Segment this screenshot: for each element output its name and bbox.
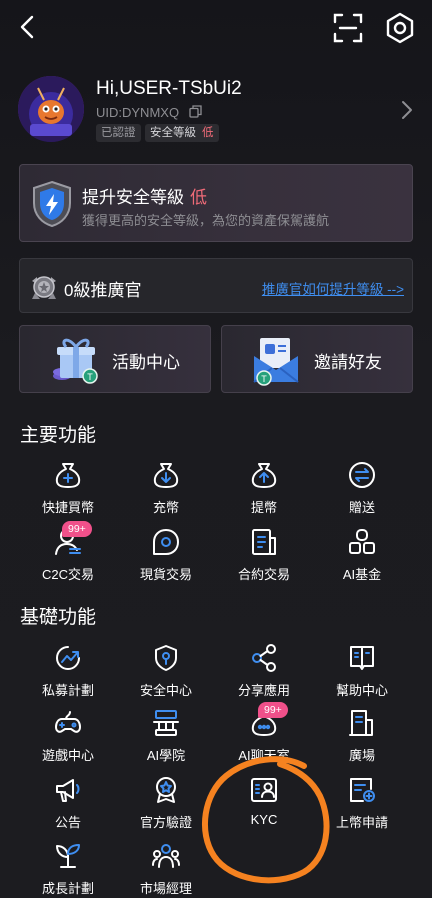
c2c-trade-label: C2C交易 (41, 567, 94, 582)
main-functions-title: 主要功能 (20, 425, 97, 446)
top-bar (0, 0, 432, 56)
withdraw-label: 提幣 (250, 500, 277, 515)
security-center-item[interactable]: 安全中心 (118, 643, 214, 703)
private-placement-item[interactable]: 私募計劃 (20, 643, 116, 703)
contract-doc-icon (252, 529, 276, 555)
share-app-item[interactable]: 分享應用 (216, 643, 312, 703)
basic-functions-title: 基礎功能 (20, 607, 97, 628)
quick-buy-label: 快捷買幣 (41, 500, 94, 515)
moneybag-down-icon (153, 463, 179, 488)
official-verify-icon (156, 777, 176, 803)
gift-send-label: 贈送 (348, 500, 375, 515)
invite-friends-tile[interactable]: T 邀請好友 (221, 325, 413, 393)
plaza-building-icon (349, 710, 373, 736)
growth-plan-item[interactable]: 成長計劃 (20, 841, 116, 898)
settings-hexagon-icon[interactable] (383, 11, 417, 45)
deposit-label: 充幣 (152, 500, 179, 515)
security-level-value: 低 (202, 127, 214, 139)
security-upgrade-card[interactable]: 提升安全等級低 獲得更高的安全等級，為您的資產保駕護航 (19, 164, 413, 242)
chevron-right-icon[interactable] (399, 98, 415, 122)
security-card-level: 低 (190, 188, 207, 207)
gift-send-item[interactable]: 贈送 (314, 460, 410, 520)
transfer-icon (349, 462, 375, 488)
quick-buy-item[interactable]: 快捷買幣 (20, 460, 116, 520)
game-center-label: 遊戲中心 (41, 748, 94, 763)
moneybag-up-icon (251, 463, 277, 488)
svg-text:T: T (261, 374, 267, 384)
svg-text:T: T (87, 372, 93, 382)
moneybag-plus-icon (55, 463, 81, 488)
uid-text: UID:DYNMXQ (96, 105, 180, 120)
ai-fund-label: AI基金 (342, 567, 382, 582)
gift-icon: T (53, 338, 98, 384)
avatar-robot-icon (18, 76, 84, 142)
profile-header[interactable]: Hi,USER-TSbUi2 UID:DYNMXQ 已認證 安全等級低 (18, 76, 418, 146)
promoter-level-label: 0級推廣官 (64, 281, 142, 300)
invite-friends-label: 邀請好友 (314, 353, 382, 372)
share-icon (252, 644, 276, 672)
contract-trade-label: 合約交易 (237, 567, 290, 582)
c2c-badge: 99+ (62, 521, 92, 537)
contract-trade-item[interactable]: 合約交易 (216, 527, 312, 587)
promoter-upgrade-link[interactable]: 推廣官如何提升等級 --> (262, 278, 404, 298)
promoter-level-card: 0級推廣官 推廣官如何提升等級 --> (19, 258, 413, 313)
security-level-label: 安全等級 (150, 127, 196, 139)
private-placement-label: 私募計劃 (41, 683, 94, 698)
growth-plan-label: 成長計劃 (41, 881, 94, 896)
security-card-title: 提升安全等級低 (82, 183, 207, 208)
help-book-icon (350, 646, 374, 670)
spot-trade-label: 現貨交易 (139, 567, 192, 582)
spot-trade-icon (153, 529, 179, 555)
security-card-title-text: 提升安全等級 (82, 188, 184, 207)
scan-icon[interactable] (332, 12, 364, 44)
security-center-label: 安全中心 (139, 683, 192, 698)
envelope-icon: T (253, 338, 299, 386)
medal-icon (32, 276, 56, 299)
chatroom-badge: 99+ (258, 702, 288, 718)
announcement-item[interactable]: 公告 (20, 775, 116, 835)
help-center-item[interactable]: 幫助中心 (314, 643, 410, 703)
security-card-subtitle: 獲得更高的安全等級，為您的資產保駕護航 (82, 213, 330, 228)
username: Hi,USER-TSbUi2 (96, 78, 242, 99)
avatar[interactable] (18, 76, 84, 142)
market-manager-icon (152, 844, 180, 868)
help-center-label: 幫助中心 (335, 683, 388, 698)
copy-icon[interactable] (189, 105, 202, 118)
game-center-item[interactable]: 遊戲中心 (20, 708, 116, 768)
c2c-trade-item[interactable]: 99+ C2C交易 (20, 521, 116, 587)
sprout-icon (56, 844, 80, 868)
shield-key-icon (155, 645, 177, 671)
security-level-badge: 安全等級低 (145, 124, 219, 142)
announcement-label: 公告 (54, 815, 81, 830)
activity-center-label: 活動中心 (112, 353, 180, 372)
annotation-circle (201, 756, 330, 884)
deposit-item[interactable]: 充幣 (118, 460, 214, 520)
activity-center-tile[interactable]: T 活動中心 (19, 325, 211, 393)
withdraw-item[interactable]: 提幣 (216, 460, 312, 520)
chevron-left-icon[interactable] (14, 12, 44, 42)
shield-lightning-icon (33, 180, 71, 228)
megaphone-icon (56, 779, 80, 802)
spot-trade-item[interactable]: 現貨交易 (118, 527, 214, 587)
ai-fund-icon (349, 529, 375, 554)
academy-icon (153, 710, 179, 736)
share-app-label: 分享應用 (237, 683, 290, 698)
verified-badge: 已認證 (96, 124, 141, 142)
ai-fund-item[interactable]: AI基金 (314, 527, 410, 587)
listing-apply-icon (350, 778, 375, 802)
private-placement-icon (56, 646, 80, 670)
gamepad-icon (55, 711, 81, 733)
